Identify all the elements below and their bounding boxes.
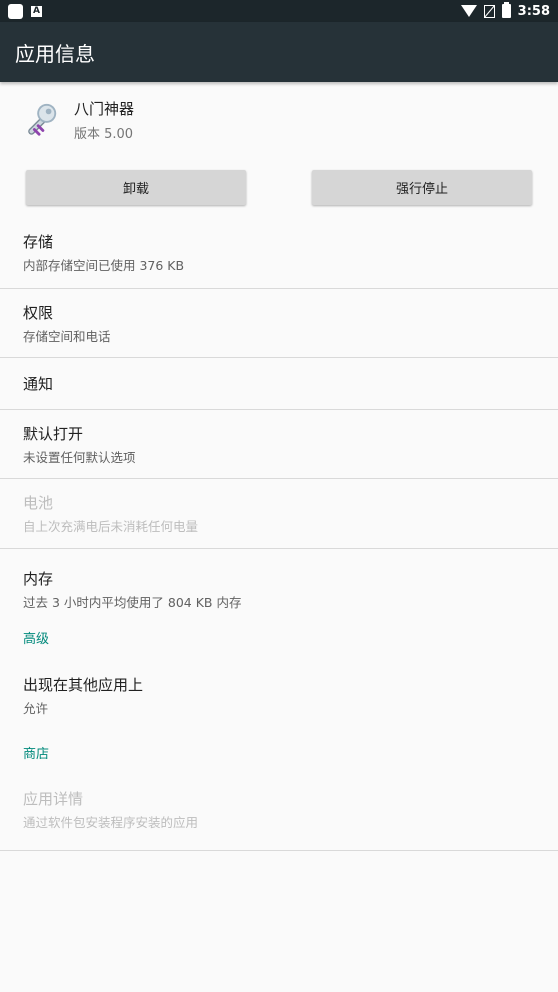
app-details-item: 应用详情 通过软件包安装程序安装的应用: [0, 769, 558, 851]
app-notification-icon: A: [31, 5, 42, 17]
memory-item[interactable]: 内存 过去 3 小时内平均使用了 804 KB 内存: [0, 549, 558, 619]
key-icon: [28, 103, 57, 136]
open-by-default-item[interactable]: 默认打开 未设置任何默认选项: [0, 410, 558, 479]
draw-over-apps-item[interactable]: 出现在其他应用上 允许: [0, 655, 558, 735]
memory-summary: 过去 3 小时内平均使用了 804 KB 内存: [23, 594, 242, 610]
app-header: 八门神器 版本 5.00: [0, 82, 558, 142]
action-buttons: 卸载 强行停止: [0, 170, 558, 205]
battery-icon: [501, 2, 511, 18]
draw-over-apps-summary: 允许: [23, 700, 49, 716]
force-stop-button[interactable]: 强行停止: [312, 170, 532, 205]
notifications-item[interactable]: 通知: [0, 358, 558, 410]
advanced-section-header: 高级: [23, 631, 50, 647]
permissions-title: 权限: [23, 303, 54, 322]
battery-summary: 自上次充满电后未消耗任何电量: [23, 519, 199, 534]
storage-summary: 内部存储空间已使用 376 KB: [23, 258, 185, 273]
storage-item[interactable]: 存储 内部存储空间已使用 376 KB: [0, 205, 558, 289]
open-by-default-title: 默认打开: [23, 424, 84, 443]
draw-over-apps-title: 出现在其他应用上: [23, 675, 144, 694]
status-bar: A 3:58: [0, 0, 558, 22]
permissions-summary: 存储空间和电话: [23, 328, 111, 344]
memory-title: 内存: [23, 569, 54, 588]
notifications-title: 通知: [23, 375, 54, 393]
open-by-default-summary: 未设置任何默认选项: [23, 449, 136, 465]
app-version: 版本 5.00: [74, 127, 134, 142]
page-title: 应用信息: [15, 41, 95, 66]
no-sim-icon: [483, 4, 495, 18]
app-bar: 应用信息: [0, 22, 558, 82]
storage-title: 存储: [23, 233, 54, 251]
app-details-summary: 通过软件包安装程序安装的应用: [23, 815, 199, 830]
wifi-icon: [460, 5, 477, 17]
uninstall-button[interactable]: 卸载: [26, 170, 246, 205]
app-details-title: 应用详情: [23, 790, 84, 808]
notification-icon: [8, 3, 23, 19]
store-section-header: 商店: [23, 746, 50, 762]
status-time: 3:58: [517, 3, 550, 19]
battery-item: 电池 自上次充满电后未消耗任何电量: [0, 479, 558, 549]
permissions-item[interactable]: 权限 存储空间和电话: [0, 289, 558, 358]
app-name: 八门神器: [74, 100, 135, 118]
battery-title: 电池: [23, 494, 54, 512]
